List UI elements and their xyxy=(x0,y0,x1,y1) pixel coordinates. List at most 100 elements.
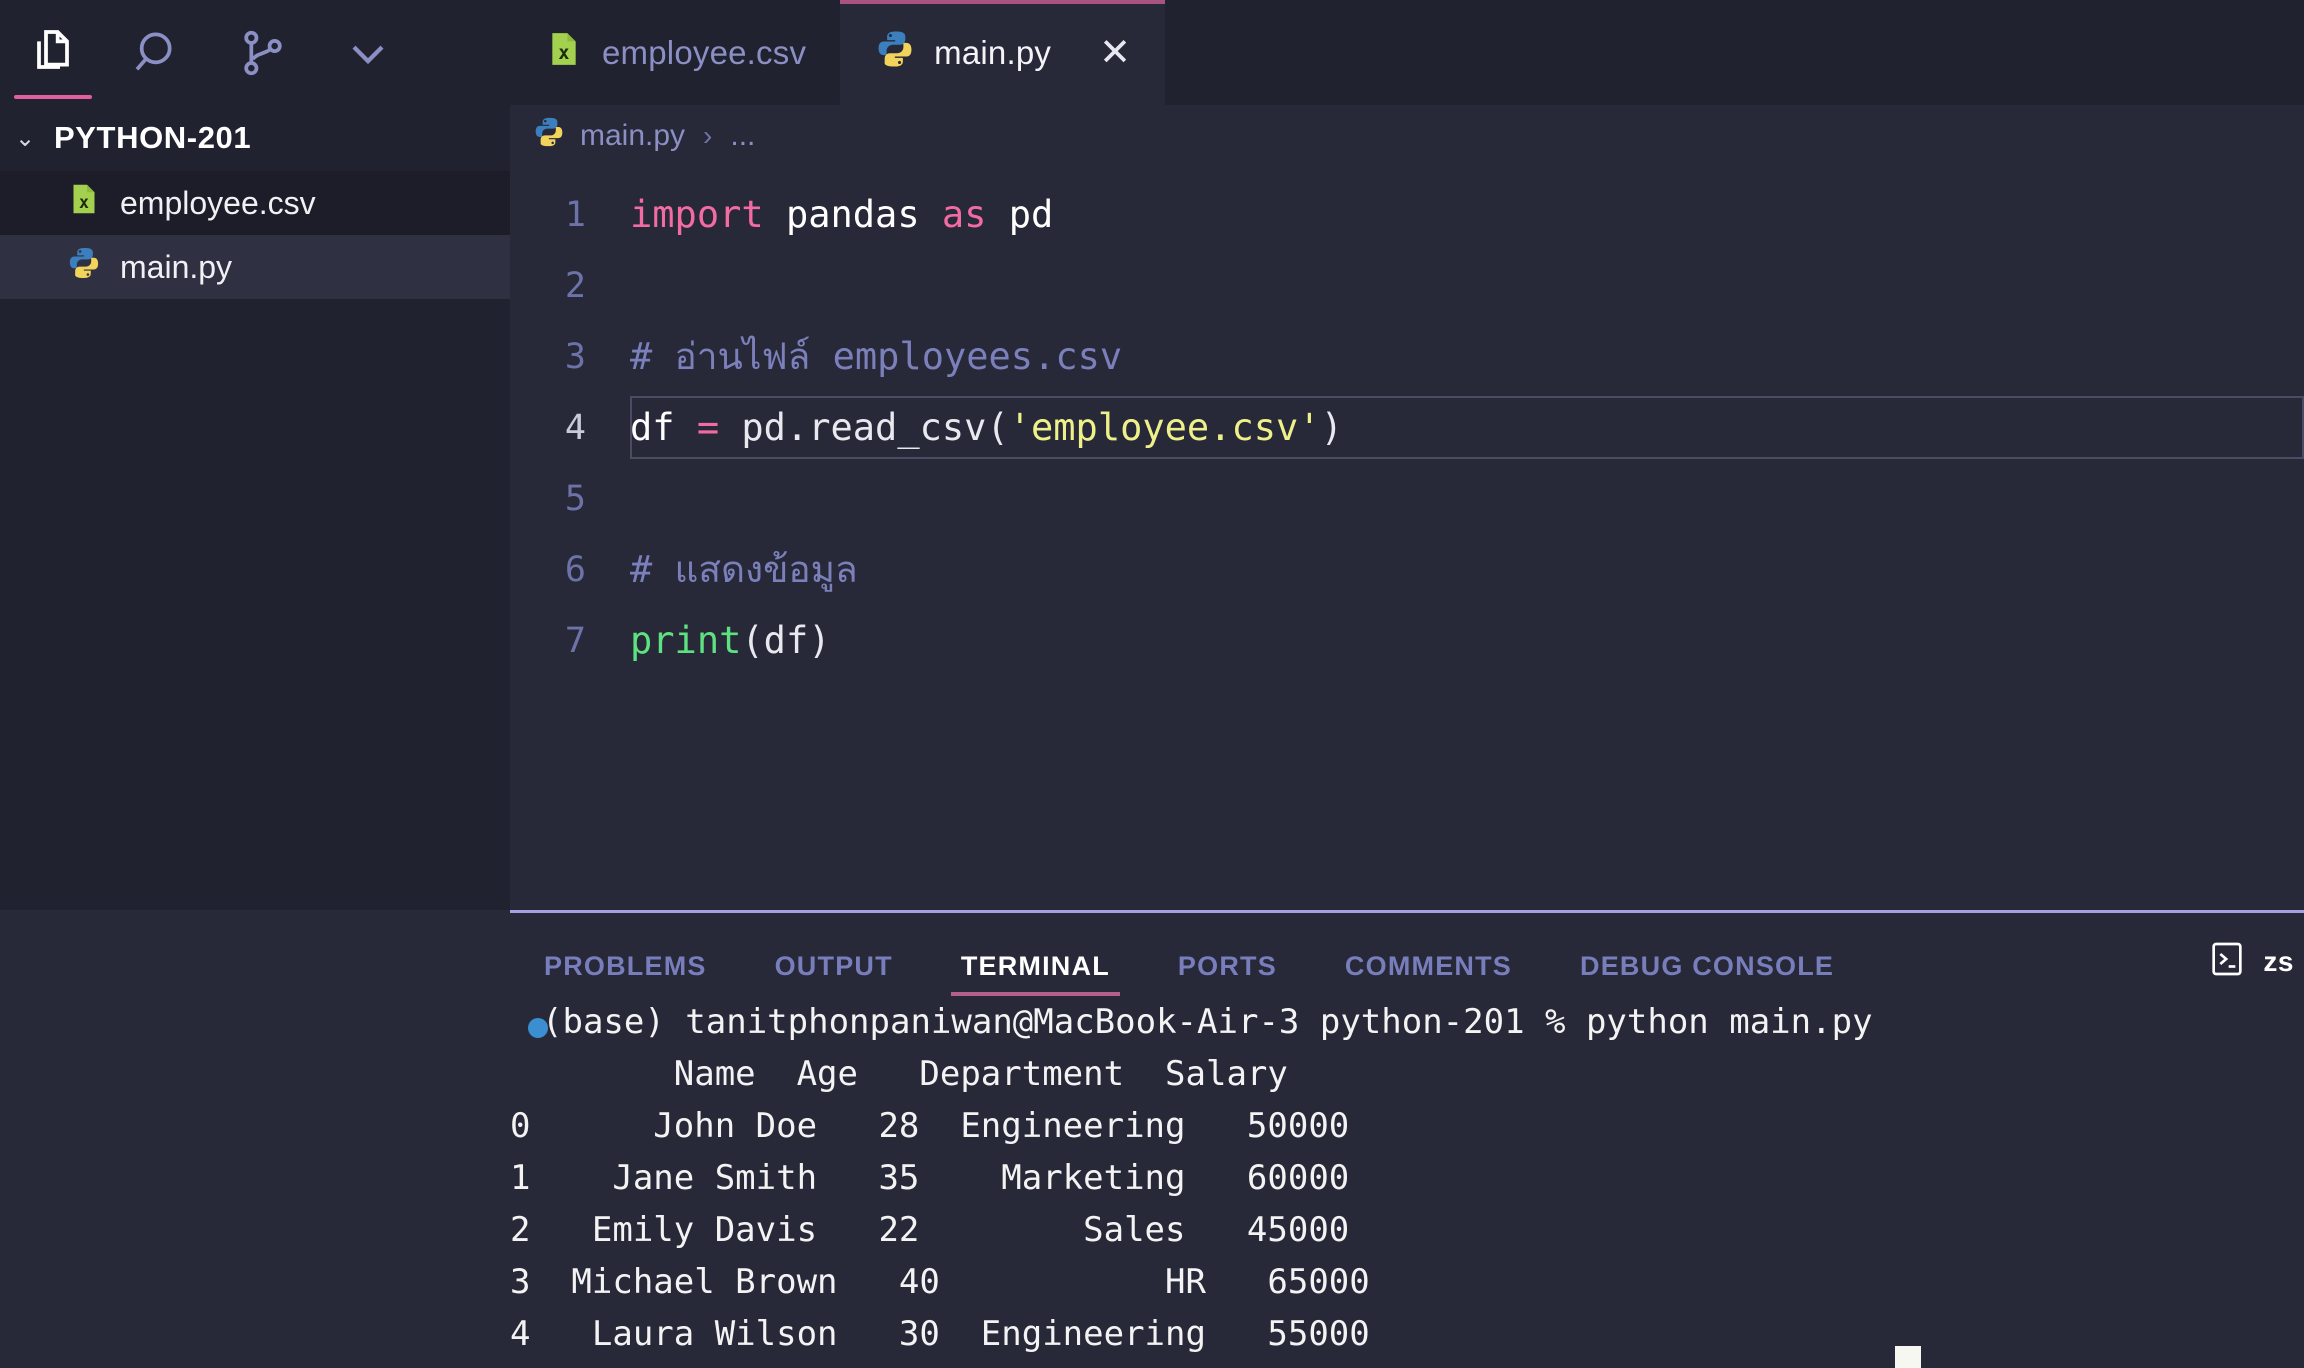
panel-divider xyxy=(510,910,2304,913)
terminal-cursor xyxy=(1895,1346,1921,1368)
breadcrumb-file[interactable]: main.py xyxy=(580,119,685,153)
activity-bar xyxy=(0,0,510,105)
line-number: 4 xyxy=(564,407,586,448)
file-item-employee-csv[interactable]: x employee.csv xyxy=(0,171,510,235)
code-token-id: df xyxy=(630,406,675,449)
code-token-kw: import xyxy=(630,193,764,236)
sidebar-item-source-control[interactable] xyxy=(210,0,315,105)
code-line[interactable]: 2 xyxy=(510,250,2304,321)
terminal-table-row: 2 Emily Davis 22 Sales 45000 xyxy=(510,1210,1350,1250)
terminal-table-rows: 0 John Doe 28 Engineering 50000 1 Jane Sm… xyxy=(510,1100,2304,1360)
terminal-table-row: 3 Michael Brown 40 HR 65000 xyxy=(510,1262,1370,1302)
top-row: x employee.csv main.py ✕ xyxy=(0,0,2304,105)
tab-employee-csv[interactable]: x employee.csv xyxy=(510,0,840,105)
code-token-kw: as xyxy=(941,193,987,236)
code-line[interactable]: 6 # แสดงข้อมูล xyxy=(510,534,2304,605)
tab-label: employee.csv xyxy=(602,33,807,71)
panel-tab-terminal[interactable]: TERMINAL xyxy=(927,951,1144,996)
terminal-table-row: 0 John Doe 28 Engineering 50000 xyxy=(510,1106,1350,1146)
code-token-pl: ) xyxy=(1320,406,1343,449)
terminal-table-header: Name Age Department Salary xyxy=(510,1054,1288,1094)
breadcrumb-separator: › xyxy=(703,120,713,151)
code-line[interactable]: 5 xyxy=(510,463,2304,534)
vscode-window: x employee.csv main.py ✕ ⌄ PYTHON-201 x … xyxy=(0,0,2304,1368)
panel-tab-debug-console[interactable]: DEBUG CONSOLE xyxy=(1546,951,1868,996)
python-file-icon xyxy=(66,245,102,289)
explorer-active-indicator xyxy=(14,95,92,99)
code-line[interactable]: 3 # อ่านไฟล์ employees.csv xyxy=(510,321,2304,392)
file-label: main.py xyxy=(120,248,233,285)
panel-tab-problems[interactable]: PROBLEMS xyxy=(510,951,741,996)
code-token-id: pd xyxy=(1008,193,1054,236)
folder-name: PYTHON-201 xyxy=(54,120,252,155)
code-token-str: 'employee.csv' xyxy=(1008,406,1321,449)
tab-main-py[interactable]: main.py ✕ xyxy=(840,0,1166,105)
code-token-fn: print xyxy=(630,619,742,662)
python-file-icon xyxy=(874,28,916,78)
command-status-dot xyxy=(528,1018,548,1038)
editor-area: main.py › ... 1 import pandas as pd 2 3 # อ่… xyxy=(510,105,2304,910)
panel-tab-ports[interactable]: PORTS xyxy=(1144,951,1311,996)
main-row: ⌄ PYTHON-201 x employee.csv main.py main… xyxy=(0,105,2304,910)
chevron-down-icon: ⌄ xyxy=(14,124,36,152)
explorer-sidebar: ⌄ PYTHON-201 x employee.csv main.py xyxy=(0,105,510,910)
line-number: 5 xyxy=(564,478,586,519)
file-label: employee.csv xyxy=(120,184,316,221)
code-token-cmt: # อ่านไฟล์ employees.csv xyxy=(630,335,1123,378)
code-line[interactable]: 7 print(df) xyxy=(510,605,2304,676)
terminal-table-row: 4 Laura Wilson 30 Engineering 55000 xyxy=(510,1314,1370,1354)
terminal-output[interactable]: (base) tanitphonpaniwan@MacBook-Air-3 py… xyxy=(0,996,2304,1368)
line-number: 2 xyxy=(564,265,586,306)
bottom-panel: PROBLEMS OUTPUT TERMINAL PORTS COMMENTS DEBUG… xyxy=(0,910,2304,1368)
sidebar-item-search[interactable] xyxy=(105,0,210,105)
shell-label: zs xyxy=(2263,945,2294,977)
code-line-text: df = pd.read_csv('employee.csv') xyxy=(630,406,1343,449)
code-token-cmt: # แสดงข้อมูล xyxy=(630,548,858,591)
terminal-table-row: 1 Jane Smith 35 Marketing 60000 xyxy=(510,1158,1350,1198)
editor-tab-bar: x employee.csv main.py ✕ xyxy=(510,0,2304,105)
sidebar-item-explorer[interactable] xyxy=(0,0,105,105)
terminal-shell-indicator[interactable]: zs xyxy=(2207,939,2304,996)
panel-tab-bar: PROBLEMS OUTPUT TERMINAL PORTS COMMENTS DEBUG… xyxy=(0,910,2304,996)
csv-file-icon: x xyxy=(66,181,102,225)
tab-label: main.py xyxy=(934,33,1052,71)
code-token-id: pandas xyxy=(785,193,920,236)
folder-header[interactable]: ⌄ PYTHON-201 xyxy=(0,105,510,171)
breadcrumb[interactable]: main.py › ... xyxy=(510,105,2304,167)
sidebar-item-more[interactable] xyxy=(315,0,420,105)
python-file-icon xyxy=(532,115,566,157)
code-token-pl: pd.read_csv( xyxy=(741,406,1009,449)
code-token-kw: = xyxy=(696,406,720,449)
line-number: 7 xyxy=(564,620,586,661)
svg-text:x: x xyxy=(558,43,569,64)
csv-file-icon: x xyxy=(544,29,584,77)
panel-tab-comments[interactable]: COMMENTS xyxy=(1311,951,1546,996)
files-icon xyxy=(25,25,81,81)
panel-tab-output[interactable]: OUTPUT xyxy=(741,951,927,996)
sidebar-empty-area xyxy=(0,299,510,910)
line-number: 1 xyxy=(564,194,586,235)
search-icon xyxy=(130,25,186,81)
close-icon[interactable]: ✕ xyxy=(1099,34,1131,72)
source-control-icon xyxy=(235,25,291,81)
line-number: 3 xyxy=(564,336,586,377)
code-editor[interactable]: 1 import pandas as pd 2 3 # อ่านไฟล์ employe… xyxy=(510,167,2304,910)
code-line-text: print(df) xyxy=(630,619,831,662)
code-line[interactable]: 1 import pandas as pd xyxy=(510,179,2304,250)
terminal-icon xyxy=(2207,939,2247,984)
code-token-pl: (df) xyxy=(741,619,831,662)
terminal-prompt-line: (base) tanitphonpaniwan@MacBook-Air-3 py… xyxy=(542,1002,1873,1042)
file-item-main-py[interactable]: main.py xyxy=(0,235,510,299)
line-number: 6 xyxy=(564,549,586,590)
breadcrumb-symbol[interactable]: ... xyxy=(730,119,755,153)
code-line-text: import pandas as pd xyxy=(630,193,1053,236)
code-line-text: # อ่านไฟล์ employees.csv xyxy=(630,327,1122,386)
svg-text:x: x xyxy=(79,193,89,212)
chevron-down-icon xyxy=(340,25,396,81)
code-line[interactable]: 4 df = pd.read_csv('employee.csv') xyxy=(510,392,2304,463)
